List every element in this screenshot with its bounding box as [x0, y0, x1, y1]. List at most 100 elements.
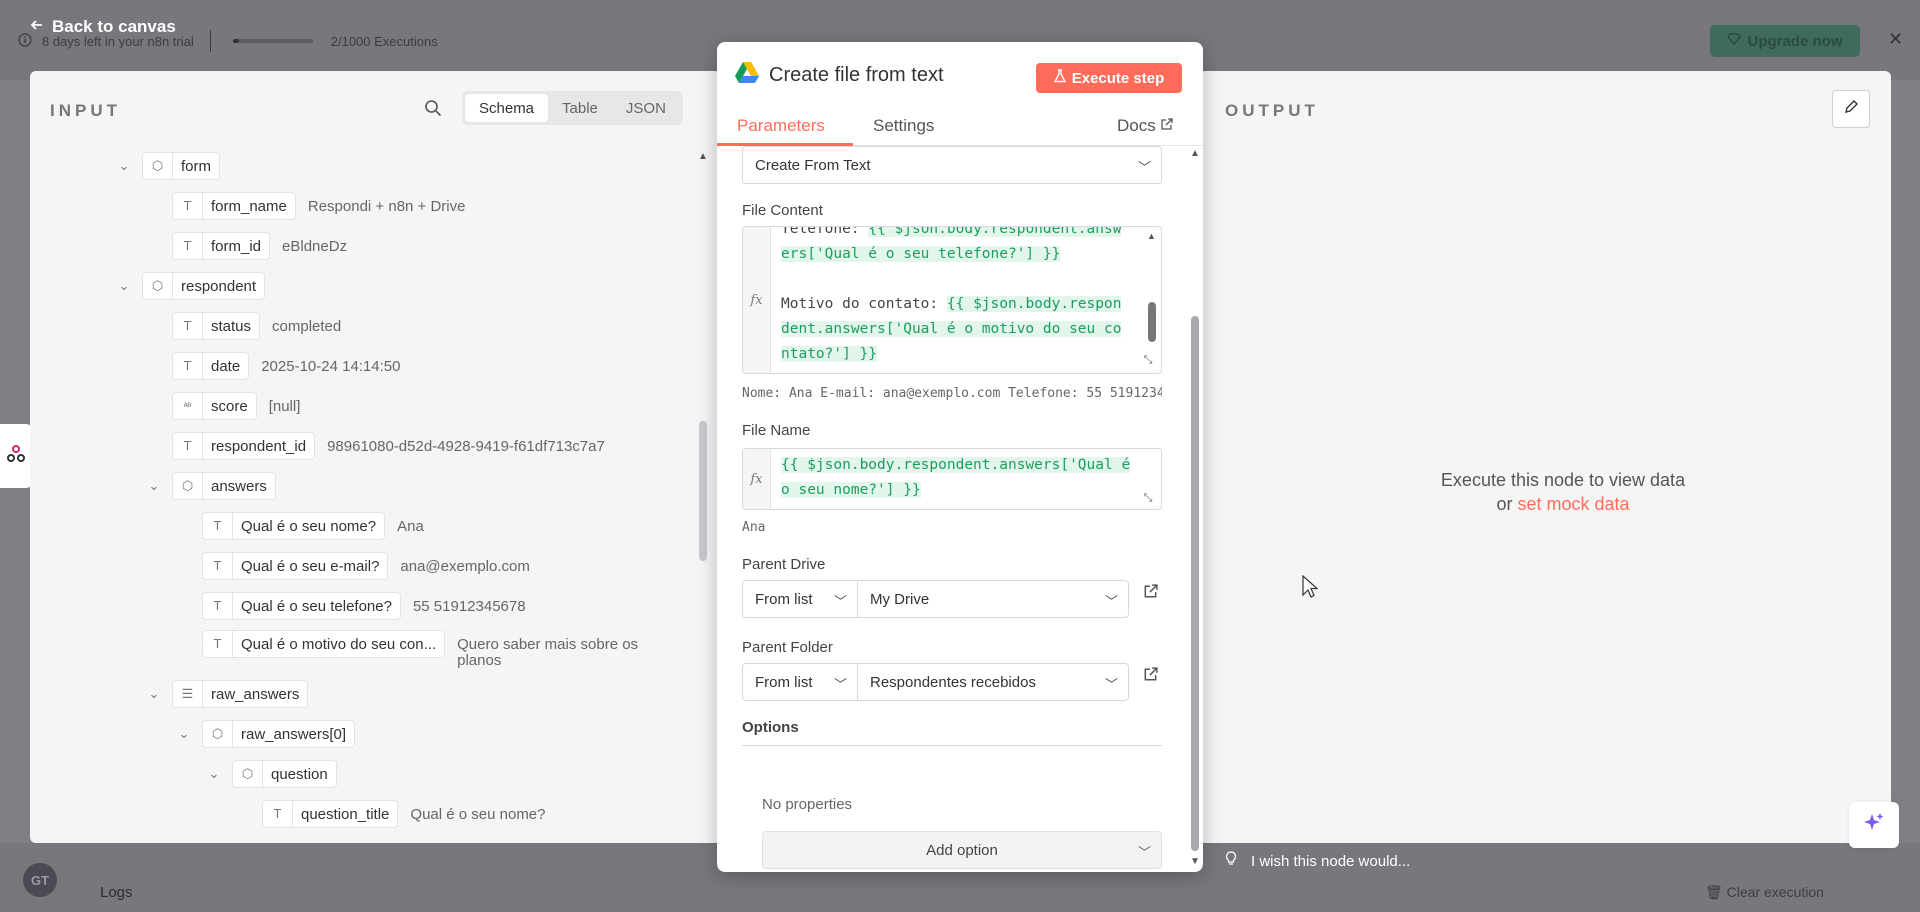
- view-tab-json[interactable]: JSON: [612, 94, 680, 122]
- schema-row[interactable]: Tstatus completed: [172, 311, 341, 341]
- field-pill[interactable]: Tform_id: [172, 232, 271, 260]
- chevron-down-icon[interactable]: ⌄: [206, 766, 222, 782]
- field-name: score: [211, 397, 248, 415]
- clear-execution-button[interactable]: 🗑 Clear execution: [1705, 884, 1824, 901]
- field-pill[interactable]: ⬡ respondent: [142, 272, 266, 300]
- output-panel-title: OUTPUT: [1225, 101, 1319, 120]
- schema-row[interactable]: ⌄ ⬡ form: [116, 151, 220, 181]
- field-name: form_name: [211, 197, 287, 215]
- field-pill[interactable]: Trespondent_id: [172, 432, 316, 460]
- field-pill[interactable]: Tform_name: [172, 192, 296, 220]
- chevron-down-icon[interactable]: ⌄: [146, 686, 162, 702]
- operation-select[interactable]: Create From Text ﹀: [742, 146, 1162, 184]
- expand-editor-icon[interactable]: ⤡: [1137, 489, 1159, 507]
- field-pill[interactable]: ☰ raw_answers: [172, 680, 309, 708]
- object-type-icon: ⬡: [143, 273, 173, 299]
- parent-folder-select[interactable]: Respondentes recebidos ﹀: [857, 663, 1129, 701]
- chevron-down-icon: ﹀: [1104, 594, 1118, 609]
- input-scrollbar[interactable]: ▲ ▼: [698, 151, 708, 841]
- schema-row[interactable]: ⌄ ⬡ respondent: [116, 271, 266, 301]
- field-pill[interactable]: T Qual é o seu e-mail?: [202, 552, 389, 580]
- parent-drive-mode-select[interactable]: From list ﹀: [742, 580, 858, 618]
- schema-row[interactable]: ⌄ ☰ raw_answers: [146, 679, 309, 709]
- external-link-icon[interactable]: [1143, 584, 1158, 604]
- webhook-trigger-tab[interactable]: [0, 424, 32, 488]
- code-line: dent.answers['Qual é o motivo do seu co: [781, 321, 1122, 337]
- field-pill[interactable]: Tstatus: [172, 312, 261, 340]
- field-pill[interactable]: ⬡ answers: [172, 472, 276, 500]
- execute-step-button[interactable]: Execute step: [1036, 63, 1182, 93]
- parameters-scrollbar[interactable]: ▲ ▼: [1187, 146, 1203, 872]
- executions-progress-bar: [232, 39, 313, 43]
- logs-label[interactable]: Logs: [100, 884, 133, 901]
- schema-row[interactable]: Tdate 2025-10-24 14:14:50: [172, 351, 401, 381]
- code-line: ers['Qual é o seu telefone?'] }}: [781, 246, 1061, 262]
- ai-assistant-button[interactable]: [1849, 802, 1899, 848]
- tab-settings[interactable]: Settings: [873, 116, 934, 136]
- field-pill[interactable]: T Qual é o seu nome?: [202, 512, 386, 540]
- field-pill[interactable]: ⬡ raw_answers[0]: [202, 720, 356, 748]
- edit-output-button[interactable]: [1832, 90, 1870, 128]
- field-pill[interactable]: ⬡ form: [142, 152, 220, 180]
- field-pill[interactable]: ⬡ question: [232, 760, 337, 788]
- tab-parameters[interactable]: Parameters: [737, 116, 825, 136]
- avatar[interactable]: GT: [23, 863, 57, 897]
- file-name-editor[interactable]: fx {{ $json.body.respondent.answers['Qua…: [742, 448, 1162, 510]
- schema-row[interactable]: Tquestion_title Qual é o seu nome?: [262, 799, 546, 829]
- field-pill[interactable]: T Qual é o seu telefone?: [202, 592, 401, 620]
- view-tab-schema[interactable]: Schema: [465, 94, 549, 122]
- field-pill[interactable]: Tquestion_title: [262, 800, 399, 828]
- feedback-link[interactable]: I wish this node would...: [1225, 851, 1410, 871]
- schema-row[interactable]: ⌄ ⬡ question: [206, 759, 337, 789]
- parent-drive-select[interactable]: My Drive ﹀: [857, 580, 1129, 618]
- schema-row[interactable]: T Qual é o seu e-mail? ana@exemplo.com: [202, 551, 530, 581]
- schema-row[interactable]: Trespondent_id 98961080-d52d-4928-9419-f6…: [172, 431, 605, 461]
- back-to-canvas-button[interactable]: Back to canvas: [30, 17, 176, 37]
- code-line: Motivo do contato: {{ $json.body.respon: [781, 296, 1122, 312]
- upgrade-button[interactable]: Upgrade now: [1710, 25, 1860, 57]
- field-value: Qual é o seu nome?: [410, 805, 546, 823]
- set-mock-data-link[interactable]: set mock data: [1517, 494, 1629, 514]
- output-panel: OUTPUT Execute this node to view data or…: [1203, 71, 1891, 843]
- field-pill[interactable]: T Qual é o motivo do seu con...: [202, 630, 446, 658]
- chevron-down-icon: ﹀: [833, 594, 847, 609]
- field-name: respondent: [181, 277, 257, 295]
- file-content-editor[interactable]: fx Telefone: {{ $json.body.respondent.an…: [742, 226, 1162, 374]
- schema-row[interactable]: T Qual é o seu nome? Ana: [202, 511, 424, 541]
- schema-row[interactable]: ᴬᴮ score [null]: [172, 391, 300, 421]
- parent-folder-mode-select[interactable]: From list ﹀: [742, 663, 858, 701]
- options-divider: [742, 745, 1162, 746]
- schema-row[interactable]: T Qual é o motivo do seu con... Quero sabe…: [202, 629, 657, 669]
- add-option-button[interactable]: Add option ﹀: [762, 831, 1162, 869]
- options-label: Options: [742, 719, 799, 736]
- chevron-down-icon[interactable]: ⌄: [116, 158, 132, 174]
- close-icon[interactable]: ✕: [1888, 29, 1903, 50]
- schema-row[interactable]: ⌄ ⬡ answers: [146, 471, 276, 501]
- docs-link[interactable]: Docs: [1117, 116, 1174, 136]
- expand-editor-icon[interactable]: ⤡: [1137, 351, 1159, 369]
- string-type-icon: T: [203, 631, 233, 657]
- field-name: Qual é o seu e-mail?: [241, 557, 380, 575]
- field-name: question: [271, 765, 328, 783]
- schema-row[interactable]: Tform_name Respondi + n8n + Drive: [172, 191, 465, 221]
- schema-row[interactable]: T Qual é o seu telefone? 55 51912345678: [202, 591, 526, 621]
- node-title[interactable]: Create file from text: [769, 64, 944, 87]
- schema-row[interactable]: Tform_id eBldneDz: [172, 231, 347, 261]
- field-value: [null]: [268, 397, 301, 415]
- schema-row[interactable]: ⌄ ⬡ raw_answers[0]: [176, 719, 356, 749]
- object-type-icon: ⬡: [143, 153, 173, 179]
- flask-icon: [1053, 69, 1066, 87]
- view-tab-table[interactable]: Table: [548, 94, 612, 122]
- field-value: Quero saber mais sobre os planos: [457, 636, 639, 669]
- output-empty-message: Execute this node to view data or set mo…: [1440, 470, 1686, 514]
- search-icon[interactable]: [424, 99, 442, 122]
- field-pill[interactable]: ᴬᴮ score: [172, 392, 257, 420]
- field-pill[interactable]: Tdate: [172, 352, 250, 380]
- string-type-icon: T: [173, 433, 203, 459]
- string-type-icon: T: [203, 553, 233, 579]
- external-link-icon[interactable]: [1143, 667, 1158, 687]
- chevron-down-icon[interactable]: ⌄: [116, 278, 132, 294]
- chevron-down-icon[interactable]: ⌄: [176, 726, 192, 742]
- chevron-down-icon[interactable]: ⌄: [146, 478, 162, 494]
- file-name-label: File Name: [742, 422, 811, 439]
